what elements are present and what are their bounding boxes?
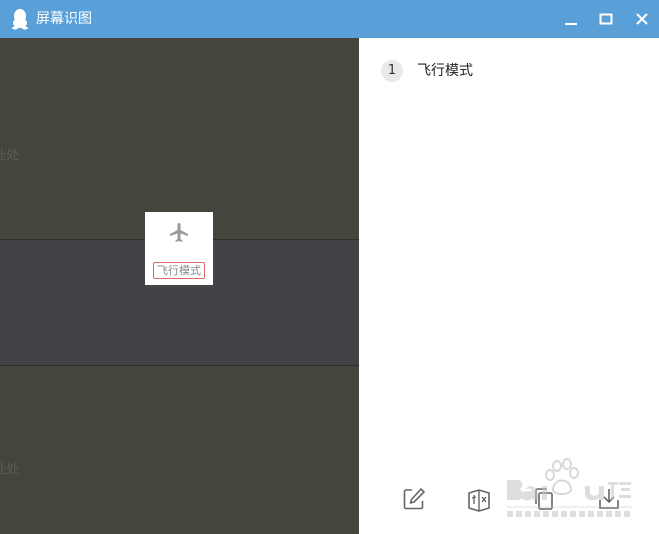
minimize-icon (565, 23, 577, 25)
minimize-button[interactable] (557, 6, 585, 32)
preview-strip-bottom: 处处 (0, 366, 359, 534)
close-icon (636, 13, 648, 25)
captured-region: 飞行模式 (145, 212, 213, 285)
edit-icon (403, 488, 425, 510)
close-button[interactable] (628, 6, 656, 32)
window-title: 屏幕识图 (36, 11, 92, 27)
maximize-button[interactable] (592, 6, 620, 32)
edge-text-top: 处处 (0, 148, 20, 163)
screenshot-preview: 处处 处处 (0, 38, 359, 534)
airplane-icon (170, 223, 188, 242)
result-index: 1 (381, 60, 403, 82)
qq-penguin-icon (12, 9, 28, 30)
baidu-jingyan-logo (507, 458, 633, 517)
recognized-text-highlight: 飞行模式 (153, 262, 205, 279)
preview-strip-top: 处处 (0, 38, 359, 240)
translate-icon (468, 489, 490, 512)
result-text: 飞行模式 (417, 63, 473, 79)
title-bar: 屏幕识图 (0, 0, 659, 38)
maximize-icon (599, 13, 613, 25)
edge-text-bottom: 处处 (0, 462, 20, 477)
translate-button[interactable] (465, 485, 493, 513)
edit-button[interactable] (400, 485, 428, 513)
